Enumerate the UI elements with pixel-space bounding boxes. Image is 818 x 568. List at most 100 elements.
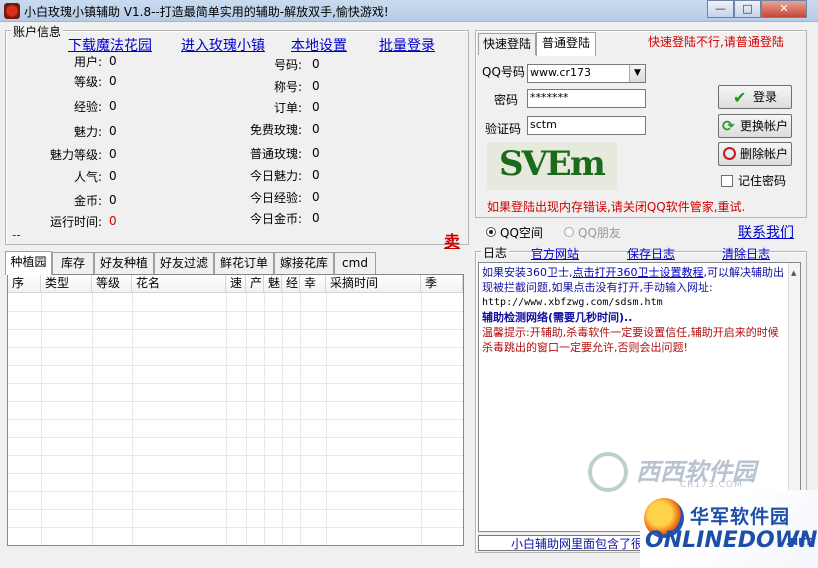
gold-value: 0 <box>109 193 117 207</box>
charm-level-value: 0 <box>109 147 117 161</box>
save-log-link[interactable]: 保存日志 <box>627 245 675 262</box>
grid-row-line <box>8 419 463 420</box>
scroll-up-icon[interactable]: ▲ <box>791 266 796 281</box>
plant-table[interactable]: 序 类型 等级 花名 速 产 魅 经 幸 采摘时间 季 <box>7 274 464 546</box>
login-button[interactable]: ✔ 登录 <box>718 85 792 109</box>
normal-rose-value: 0 <box>312 146 320 160</box>
tab-friend-planting[interactable]: 好友种植 <box>94 252 154 274</box>
tab-plantation[interactable]: 种植园 <box>5 251 52 275</box>
watermark-onlinedown: 华军软件园 ONLINEDOWN .NET <box>640 490 818 568</box>
refresh-icon: ⟳ <box>722 117 735 135</box>
log-url: http://www.xbfzwg.com/sdsm.htm <box>482 297 663 308</box>
delete-account-label: 删除帐户 <box>740 147 789 161</box>
qq-friends-radio[interactable] <box>564 227 574 237</box>
qq-number-select[interactable]: www.cr173 ▼ <box>527 64 646 83</box>
level-value: 0 <box>109 74 117 88</box>
user-value: 0 <box>109 54 117 68</box>
exp-value: 0 <box>109 99 117 113</box>
delete-account-button[interactable]: 删除帐户 <box>718 142 792 166</box>
qzone-radio[interactable] <box>486 227 496 237</box>
clear-log-link[interactable]: 清除日志 <box>722 245 770 262</box>
grid-row-line <box>8 509 463 510</box>
log-legend: 日志 <box>481 244 510 261</box>
watermark-cr173: 西西软件园 CR173.COM <box>588 452 798 492</box>
qzone-radio-label: QQ空间 <box>500 226 543 240</box>
batch-login-link[interactable]: 批量登录 <box>379 35 435 55</box>
remember-password-checkbox[interactable] <box>721 175 733 187</box>
log-tip: 温馨提示:开辅助,杀毒软件一定要设置信任,辅助开启来的时候杀毒跳出的窗口一定要允… <box>482 326 779 354</box>
main-tab-strip: 种植园 库存 好友种植 好友过滤 鲜花订单 嫁接花库 cmd <box>5 251 467 275</box>
tab-flower-orders[interactable]: 鲜花订单 <box>214 252 274 274</box>
chevron-down-icon[interactable]: ▼ <box>629 65 645 82</box>
account-info-legend: 账户信息 <box>11 23 64 40</box>
grid-row-line <box>8 491 463 492</box>
grid-row-line <box>8 311 463 312</box>
memory-error-warning: 如果登陆出现内存错误,请关闭QQ软件管家,重试. <box>487 200 746 214</box>
tab-friend-filter[interactable]: 好友过滤 <box>154 252 214 274</box>
grid-row-line <box>8 347 463 348</box>
charm-label: 魅力: <box>73 125 102 139</box>
free-rose-value: 0 <box>312 122 320 136</box>
app-icon <box>4 3 20 19</box>
qq-number-value: 0 <box>312 57 320 71</box>
captcha-image[interactable]: SVEm <box>487 142 617 190</box>
window-title: 小白玫瑰小镇辅助 V1.8--打造最简单实用的辅助-解放双手,愉快游戏! <box>24 5 389 19</box>
sell-link[interactable]: 卖 <box>444 228 460 252</box>
grid-row-line <box>8 383 463 384</box>
tab-graft-library[interactable]: 嫁接花库 <box>274 252 334 274</box>
orders-label: 订单: <box>273 101 302 115</box>
charm-value: 0 <box>109 124 117 138</box>
today-gold-label: 今日金币: <box>249 212 302 226</box>
today-charm-value: 0 <box>312 168 320 182</box>
minimize-button[interactable]: — <box>707 0 734 18</box>
tab-quick-login[interactable]: 快速登陆 <box>478 33 536 55</box>
radio-selected-dot <box>489 230 493 234</box>
maximize-button[interactable]: □ <box>734 0 761 18</box>
switch-account-label: 更换帐户 <box>740 119 789 133</box>
cr173-logo-icon <box>588 452 628 492</box>
enter-rose-town-link[interactable]: 进入玫瑰小镇 <box>181 35 265 55</box>
watermark-onlinedown-cn: 华军软件园 <box>690 506 791 528</box>
tab-inventory[interactable]: 库存 <box>52 252 94 274</box>
watermark-onlinedown-net: .NET <box>786 537 812 548</box>
user-label: 用户: <box>73 55 102 69</box>
check-icon: ✔ <box>733 88 747 107</box>
official-site-link[interactable]: 官方网站 <box>531 245 579 262</box>
captcha-image-text: SVEm <box>499 144 606 184</box>
password-field-label: 密码 <box>494 93 519 107</box>
free-rose-label: 免费玫瑰: <box>249 123 302 137</box>
captcha-input[interactable]: sctm <box>527 116 646 135</box>
no-entry-icon <box>723 147 736 160</box>
grid-row-line <box>8 527 463 528</box>
popularity-label: 人气: <box>73 170 102 184</box>
tab-cmd[interactable]: cmd <box>334 252 376 274</box>
close-button[interactable]: ✕ <box>761 0 807 18</box>
tab-normal-login[interactable]: 普通登陆 <box>536 32 596 56</box>
login-tab-strip: 快速登陆 普通登陆 <box>478 32 598 56</box>
local-settings-link[interactable]: 本地设置 <box>291 35 347 55</box>
run-time-value: 0 <box>109 214 117 228</box>
grid-row-line <box>8 365 463 366</box>
today-exp-value: 0 <box>312 190 320 204</box>
exp-label: 经验: <box>73 100 102 114</box>
today-charm-label: 今日魅力: <box>249 169 302 183</box>
login-notice: 快速登陆不行,请普通登陆 <box>648 35 784 49</box>
today-gold-value: 0 <box>312 211 320 225</box>
level-label: 等级: <box>73 75 102 89</box>
grid-row-line <box>8 455 463 456</box>
login-button-label: 登录 <box>753 90 778 104</box>
grid-row-line <box>8 473 463 474</box>
switch-account-button[interactable]: ⟳ 更换帐户 <box>718 114 792 138</box>
log-360-tutorial-link[interactable]: 点击打开360卫士设置教程 <box>573 266 704 279</box>
password-input[interactable]: ******* <box>527 89 646 108</box>
today-exp-label: 今日经验: <box>249 191 302 205</box>
dash-indicator: -- <box>12 228 21 242</box>
download-magic-garden-link[interactable]: 下载魔法花园 <box>68 35 152 55</box>
gold-label: 金币: <box>73 194 102 208</box>
log-360-prefix: 如果安装360卫士, <box>482 266 573 279</box>
contact-us-link[interactable]: 联系我们 <box>738 222 794 242</box>
table-grid <box>8 275 463 545</box>
qq-number-label: 号码: <box>273 58 302 72</box>
title-label: 称号: <box>273 80 302 94</box>
charm-level-label: 魅力等级: <box>49 148 102 162</box>
